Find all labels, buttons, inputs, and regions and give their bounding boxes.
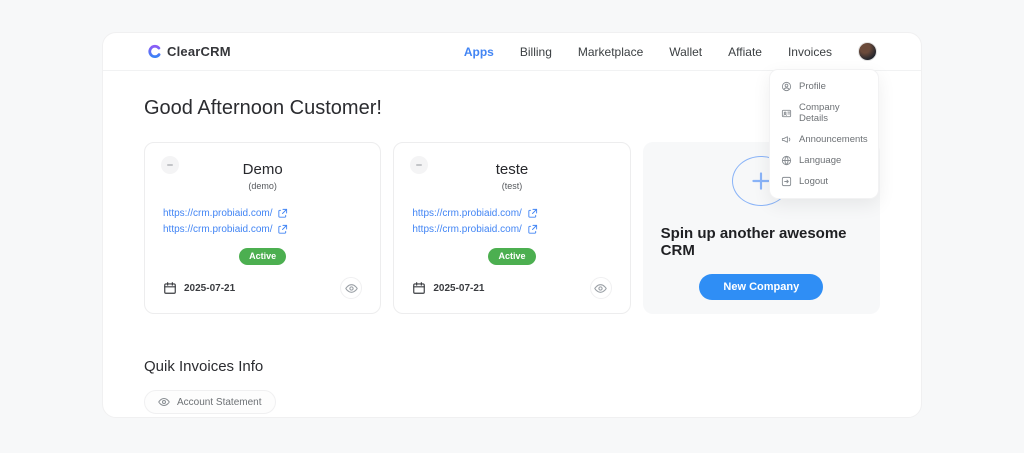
date-value: 2025-07-21 (433, 282, 485, 294)
status-badge: Active (488, 248, 536, 265)
app-slug: (demo) (248, 181, 277, 191)
menu-item-announcements[interactable]: Announcements (770, 129, 878, 150)
app-name: teste (495, 161, 529, 178)
card-footer: 2025-07-21 (412, 277, 612, 299)
menu-item-label: Company Details (799, 102, 840, 124)
nav-item-invoices[interactable]: Invoices (788, 45, 832, 59)
app-card-teste: teste (test) https://crm.probiaid.com/ h… (393, 142, 631, 314)
invoices-section-title: Quik Invoices Info (144, 358, 264, 375)
menu-item-logout[interactable]: Logout (770, 171, 878, 192)
app-link-url[interactable]: https://crm.probiaid.com/ (412, 224, 521, 235)
nav-item-apps[interactable]: Apps (464, 45, 494, 59)
external-link-icon[interactable] (277, 208, 288, 219)
status-badge: Active (239, 248, 287, 265)
user-avatar[interactable] (858, 42, 877, 61)
app-link-url[interactable]: https://crm.probiaid.com/ (163, 208, 272, 219)
top-nav-bar: ClearCRM Apps Billing Marketplace Wallet… (103, 33, 921, 71)
account-statement-label: Account Statement (177, 396, 262, 408)
app-window: ClearCRM Apps Billing Marketplace Wallet… (102, 32, 922, 418)
app-links: https://crm.probiaid.com/ https://crm.pr… (412, 208, 611, 235)
page: { "brand": { "name": "ClearCRM" }, "nav"… (0, 0, 1024, 453)
app-link[interactable]: https://crm.probiaid.com/ (412, 208, 611, 219)
date-value: 2025-07-21 (184, 282, 236, 294)
invoices-section: Quik Invoices Info Account Statement (144, 358, 880, 414)
nav-item-marketplace[interactable]: Marketplace (578, 45, 643, 59)
menu-item-label: Announcements (799, 134, 868, 145)
app-logo-placeholder (161, 156, 179, 174)
clearcrm-logo-icon (148, 44, 161, 59)
nav-item-wallet[interactable]: Wallet (669, 45, 702, 59)
app-link[interactable]: https://crm.probiaid.com/ (163, 208, 362, 219)
main-nav: Apps Billing Marketplace Wallet Affiate … (464, 42, 877, 61)
view-app-button[interactable] (340, 277, 363, 299)
nav-item-billing[interactable]: Billing (520, 45, 552, 59)
status-row: Active (412, 248, 611, 265)
account-statement-button[interactable]: Account Statement (144, 390, 276, 414)
app-card-demo: Demo (demo) https://crm.probiaid.com/ ht… (144, 142, 382, 314)
eye-icon (158, 398, 170, 406)
new-company-title: Spin up another awesome CRM (660, 225, 847, 259)
logout-icon (781, 176, 792, 187)
card-footer: 2025-07-21 (163, 277, 363, 299)
menu-item-profile[interactable]: Profile (770, 76, 878, 97)
menu-item-label: Profile (799, 81, 826, 92)
app-slug: (test) (501, 181, 523, 191)
creation-date: 2025-07-21 (163, 281, 235, 295)
brand-logo[interactable]: ClearCRM (147, 44, 231, 59)
app-links: https://crm.probiaid.com/ https://crm.pr… (163, 208, 362, 235)
announcements-icon (781, 136, 791, 143)
app-name: Demo (242, 161, 283, 178)
creation-date: 2025-07-21 (412, 281, 484, 295)
view-app-button[interactable] (589, 277, 612, 299)
company-details-icon (781, 109, 792, 117)
user-dropdown-menu: Profile Company Details Announcements La… (769, 69, 879, 199)
app-link[interactable]: https://crm.probiaid.com/ (163, 224, 362, 235)
calendar-icon (164, 282, 176, 294)
external-link-icon[interactable] (527, 208, 538, 219)
external-link-icon[interactable] (527, 224, 538, 235)
external-link-icon[interactable] (277, 224, 288, 235)
eye-icon (345, 283, 358, 293)
new-company-button[interactable]: New Company (699, 274, 824, 300)
calendar-icon (413, 282, 426, 294)
eye-icon (594, 283, 607, 293)
status-row: Active (163, 248, 362, 265)
profile-icon (781, 81, 792, 92)
nav-item-affiate[interactable]: Affiate (728, 45, 762, 59)
brand-name: ClearCRM (167, 44, 231, 59)
app-link[interactable]: https://crm.probiaid.com/ (412, 224, 611, 235)
app-link-url[interactable]: https://crm.probiaid.com/ (163, 224, 272, 235)
menu-item-company-details[interactable]: Company Details (770, 97, 878, 129)
app-link-url[interactable]: https://crm.probiaid.com/ (412, 208, 521, 219)
menu-item-label: Language (799, 155, 842, 166)
menu-item-label: Logout (799, 176, 829, 187)
menu-item-language[interactable]: Language (770, 150, 878, 171)
language-icon (781, 155, 792, 166)
